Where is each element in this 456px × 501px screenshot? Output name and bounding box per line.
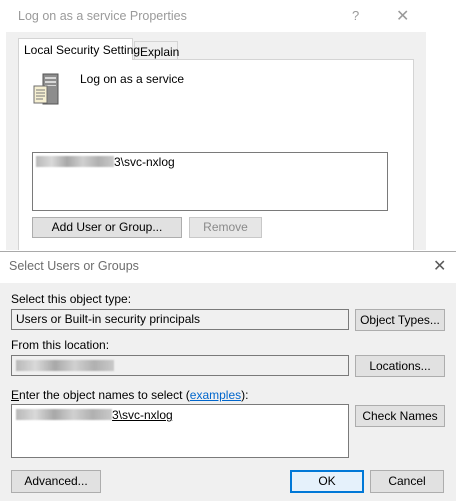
examples-link[interactable]: examples bbox=[190, 388, 241, 402]
redacted-domain bbox=[16, 409, 112, 420]
check-names-button[interactable]: Check Names bbox=[355, 405, 445, 427]
advanced-button[interactable]: Advanced... bbox=[11, 470, 101, 493]
ok-button[interactable]: OK bbox=[290, 470, 364, 493]
server-policy-icon bbox=[33, 73, 59, 105]
object-type-label: Select this object type: bbox=[11, 292, 132, 306]
properties-window-title: Log on as a service Properties bbox=[18, 9, 187, 23]
cancel-button[interactable]: Cancel bbox=[370, 470, 444, 493]
object-types-button[interactable]: Object Types... bbox=[355, 309, 445, 331]
tab-local-security-setting[interactable]: Local Security Setting bbox=[18, 38, 140, 60]
account-list-item[interactable]: 3\svc-nxlog bbox=[36, 155, 175, 169]
location-label: From this location: bbox=[11, 338, 110, 352]
close-icon[interactable]: ✕ bbox=[433, 256, 446, 276]
object-names-label: Enter the object names to select (exampl… bbox=[11, 388, 248, 402]
dialog-title: Select Users or Groups bbox=[9, 259, 139, 273]
policy-name: Log on as a service bbox=[80, 72, 185, 86]
object-names-value: 3\svc-nxlog bbox=[16, 408, 173, 422]
tab-explain[interactable]: Explain bbox=[134, 41, 179, 61]
object-type-field: Users or Built-in security principals bbox=[11, 309, 349, 330]
help-icon[interactable]: ? bbox=[352, 8, 359, 23]
object-names-label-text: nter the object names to select ( bbox=[19, 388, 190, 402]
object-names-label-end: ): bbox=[241, 388, 249, 402]
account-name: 3\svc-nxlog bbox=[114, 155, 175, 169]
access-key: E bbox=[11, 388, 20, 402]
location-field bbox=[11, 355, 349, 376]
add-user-or-group-button[interactable]: Add User or Group... bbox=[32, 217, 182, 238]
redacted-domain bbox=[36, 156, 114, 167]
locations-button[interactable]: Locations... bbox=[355, 355, 445, 377]
close-icon[interactable]: ✕ bbox=[396, 6, 409, 26]
redacted-location bbox=[16, 360, 114, 371]
object-names-input[interactable]: 3\svc-nxlog bbox=[11, 404, 349, 458]
remove-button[interactable]: Remove bbox=[189, 217, 262, 238]
object-name-suffix: 3\svc-nxlog bbox=[112, 408, 173, 422]
